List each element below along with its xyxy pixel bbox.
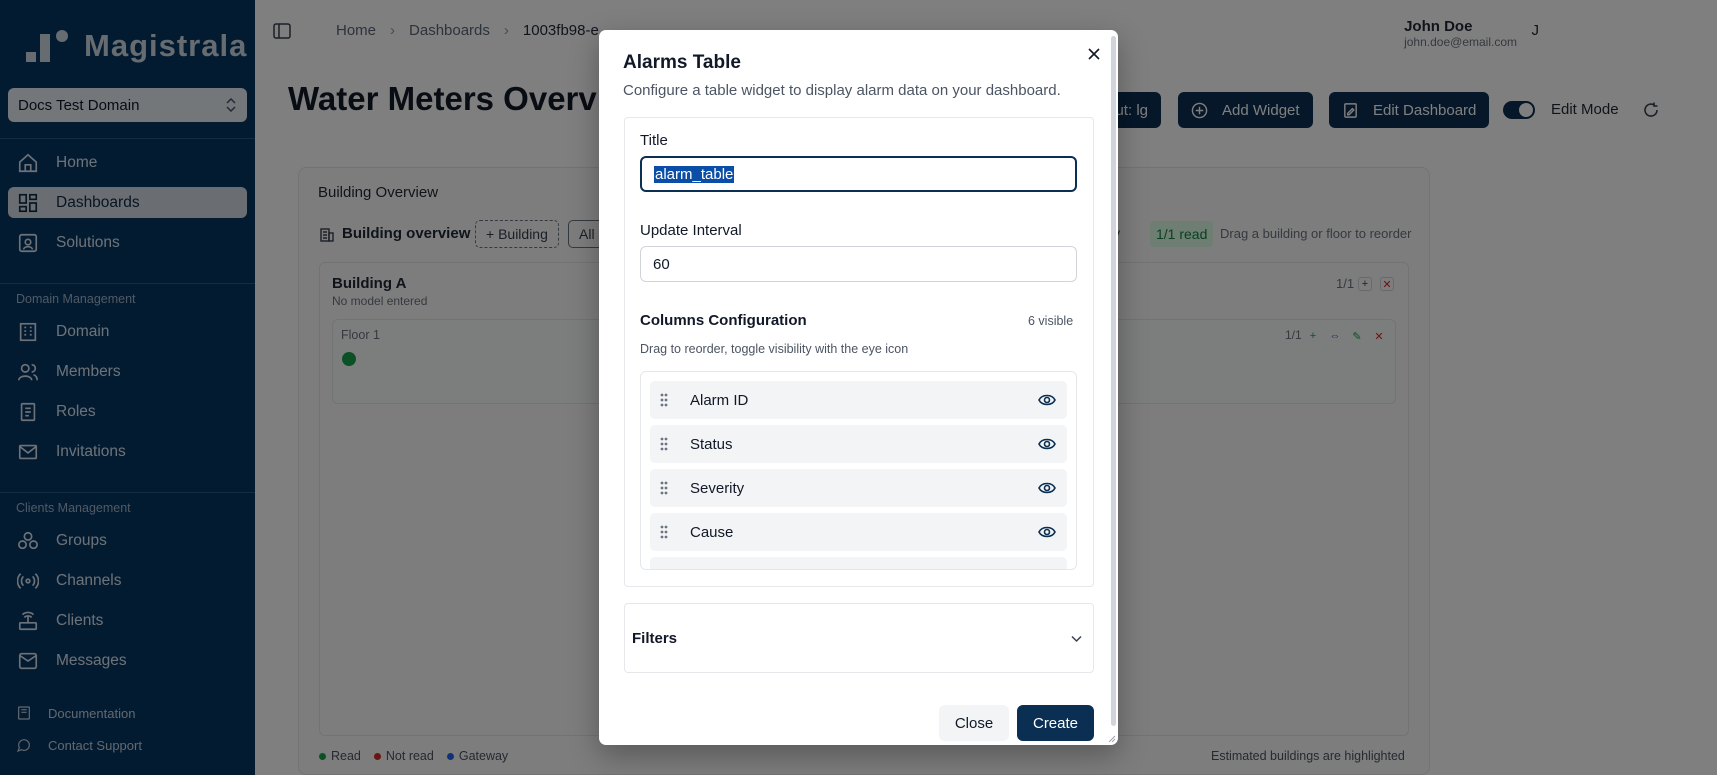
filters-accordion[interactable] — [624, 603, 1094, 673]
close-icon[interactable] — [1086, 46, 1102, 62]
column-name: Severity — [690, 479, 745, 497]
filters-label: Filters — [632, 630, 678, 647]
columns-visible-count: 6 visible — [1028, 314, 1074, 328]
column-row-cause[interactable]: Cause — [650, 513, 1067, 551]
columns-hint: Drag to reorder, toggle visibility with … — [640, 342, 909, 356]
chevron-down-icon[interactable] — [1070, 632, 1083, 645]
columns-config-heading: Columns Configuration — [640, 312, 807, 329]
dialog-title: Alarms Table — [623, 52, 741, 73]
eye-icon[interactable] — [1038, 436, 1056, 452]
column-row-severity[interactable]: Severity — [650, 469, 1067, 507]
columns-list: Alarm ID Status Severity Cause — [640, 371, 1077, 570]
resize-handle-icon[interactable] — [1106, 733, 1116, 743]
scrollbar[interactable] — [1111, 36, 1116, 726]
update-interval-input[interactable]: 60 — [640, 246, 1077, 282]
create-button[interactable]: Create — [1017, 705, 1094, 741]
column-name: Status — [690, 435, 733, 453]
drag-handle-icon[interactable] — [659, 392, 669, 408]
drag-handle-icon[interactable] — [659, 436, 669, 452]
column-name: Alarm ID — [690, 391, 749, 409]
drag-handle-icon[interactable] — [659, 480, 669, 496]
update-interval-value: 60 — [653, 255, 670, 273]
title-input-value: alarm_table — [654, 165, 735, 183]
eye-icon[interactable] — [1038, 480, 1056, 496]
eye-icon[interactable] — [1038, 524, 1056, 540]
update-interval-label: Update Interval — [640, 222, 742, 239]
column-row-status[interactable]: Status — [650, 425, 1067, 463]
close-button[interactable]: Close — [939, 705, 1009, 741]
title-label: Title — [640, 132, 668, 149]
eye-icon[interactable] — [1038, 392, 1056, 408]
drag-handle-icon[interactable] — [659, 524, 669, 540]
column-name: Cause — [690, 523, 734, 541]
dialog-description: Configure a table widget to display alar… — [623, 82, 1061, 99]
title-input[interactable]: alarm_table — [640, 156, 1077, 192]
column-row-partial[interactable] — [650, 557, 1067, 569]
column-row-alarm-id[interactable]: Alarm ID — [650, 381, 1067, 419]
